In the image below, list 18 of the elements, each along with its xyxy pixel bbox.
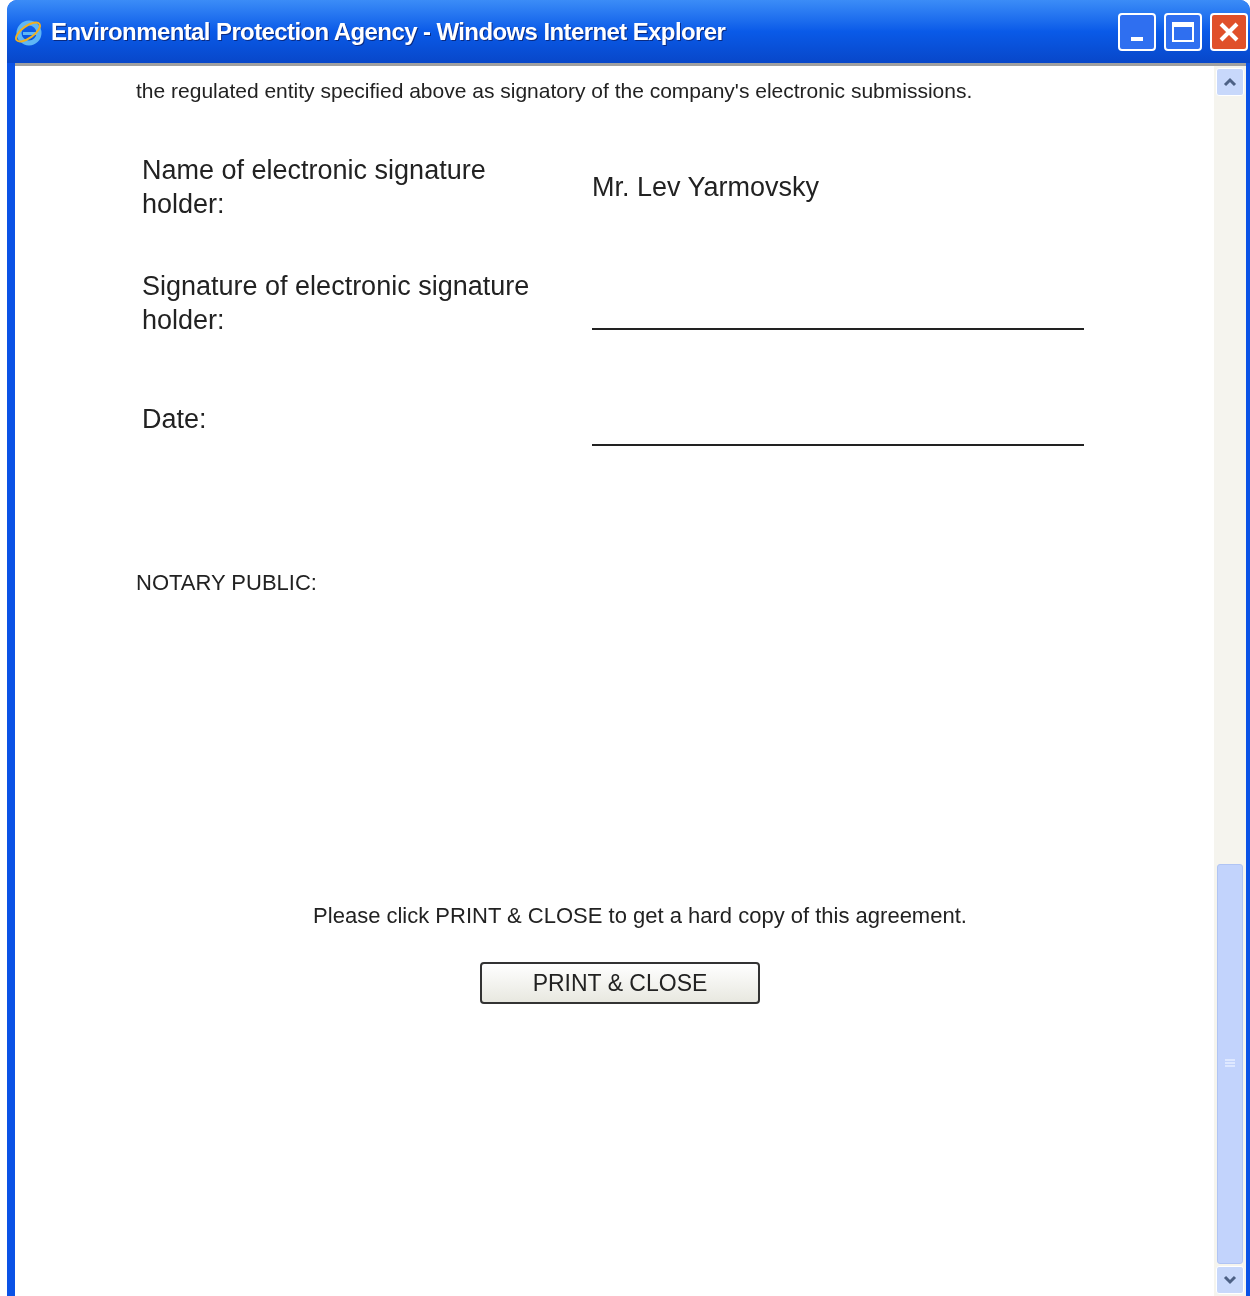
minimize-button[interactable] xyxy=(1118,12,1156,51)
field-value: Mr. Lev Yarmovsky xyxy=(592,170,820,204)
scroll-up-button[interactable] xyxy=(1216,68,1244,96)
scroll-thumb[interactable] xyxy=(1217,864,1243,1264)
close-icon xyxy=(1218,20,1240,43)
scroll-down-button[interactable] xyxy=(1216,1266,1244,1294)
grip-icon xyxy=(1224,1059,1236,1069)
window-title: Environmental Protection Agency - Windows Internet Explorer xyxy=(51,16,727,47)
vertical-scrollbar[interactable] xyxy=(1214,66,1246,1296)
notary-label: NOTARY PUBLIC: xyxy=(136,569,318,597)
agreement-paragraph: the regulated entity specified above as signatory of the company's electronic submissions. xyxy=(136,78,974,104)
print-close-button[interactable]: PRINT & CLOSE xyxy=(480,962,760,1004)
field-label: Signature of electronic signature holder: xyxy=(142,270,531,337)
field-label: Date: xyxy=(142,403,208,436)
maximize-button[interactable] xyxy=(1164,12,1202,51)
instruction-text: Please click PRINT & CLOSE to get a hard copy of this agreement. xyxy=(313,902,967,930)
field-label: Name of electronic signature holder: xyxy=(142,154,487,221)
close-button[interactable] xyxy=(1210,12,1248,51)
